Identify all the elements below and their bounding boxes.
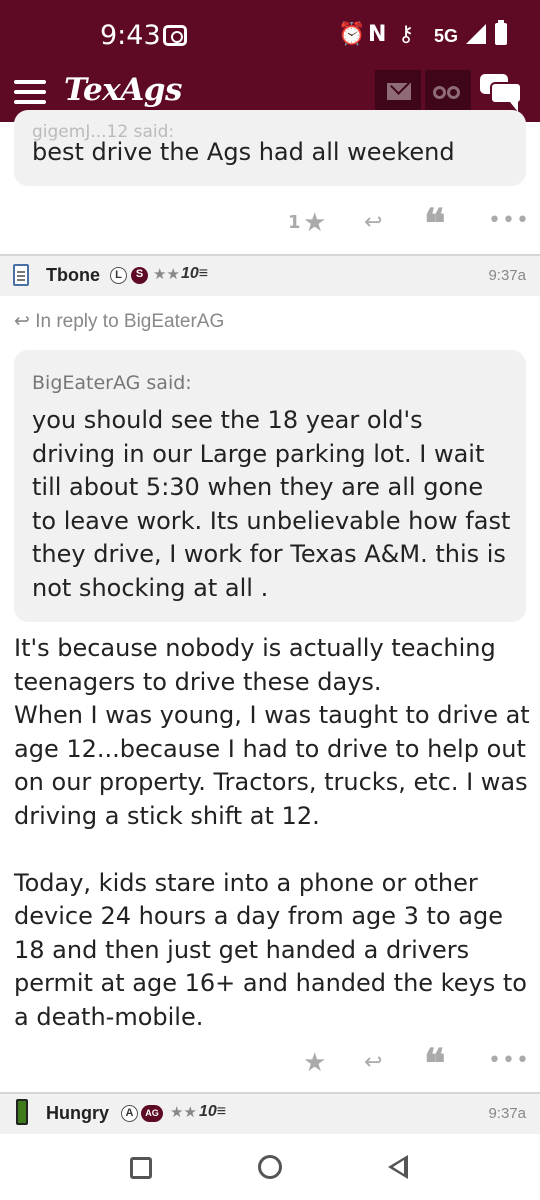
star-icon[interactable]: ★ bbox=[303, 208, 326, 238]
quote-attribution: BigEaterAG said: bbox=[32, 372, 192, 394]
reply-icon: ↩ bbox=[14, 311, 30, 332]
mail-icon bbox=[387, 83, 411, 100]
recent-apps-icon[interactable] bbox=[130, 1157, 152, 1179]
quote-block: gigemJ...12 said: best drive the Ags had… bbox=[14, 110, 526, 186]
signal-icon bbox=[466, 24, 486, 44]
quote-icon[interactable]: ❝ bbox=[424, 1040, 446, 1087]
post-paragraph: Today, kids stare into a phone or other … bbox=[14, 868, 527, 1031]
user-rank: 10≡ bbox=[181, 265, 209, 282]
username[interactable]: Hungry bbox=[46, 1103, 109, 1124]
post-header: Hungry A AG ★★ 10≡ 9:37a bbox=[0, 1094, 540, 1134]
badge-ag: AG bbox=[141, 1105, 163, 1122]
battery-icon bbox=[495, 20, 507, 45]
badge-s: S bbox=[131, 267, 148, 284]
network-type: 5G bbox=[434, 26, 459, 46]
quote-text: you should see the 18 year old's driving… bbox=[32, 406, 511, 602]
username[interactable]: Tbone bbox=[46, 265, 100, 286]
reply-icon[interactable]: ↩ bbox=[364, 1050, 382, 1075]
menu-icon[interactable] bbox=[14, 80, 46, 104]
quote-block: BigEaterAG said: you should see the 18 y… bbox=[14, 350, 526, 622]
more-icon[interactable]: ••• bbox=[488, 208, 530, 233]
binoculars-icon bbox=[433, 84, 463, 100]
badge-l: L bbox=[110, 267, 127, 284]
in-reply-to-link[interactable]: ↩ In reply to BigEaterAG bbox=[14, 310, 224, 333]
post-time: 9:37a bbox=[488, 267, 526, 284]
alarm-icon: ⏰ bbox=[338, 22, 366, 47]
status-time: 9:43 bbox=[100, 20, 161, 51]
phone-icon bbox=[16, 1099, 28, 1125]
post-actions: 1 ★ ↩ ❝ ••• bbox=[0, 200, 540, 247]
like-count: 1 bbox=[288, 212, 301, 233]
post-header: Tbone L S ★★ 10≡ 9:37a bbox=[0, 256, 540, 296]
post-paragraph: When I was young, I was taught to drive … bbox=[14, 701, 530, 830]
chat-icon[interactable] bbox=[480, 74, 524, 112]
nfc-icon: N bbox=[368, 22, 387, 47]
badge-a: A bbox=[121, 1105, 138, 1122]
post-time: 9:37a bbox=[488, 1105, 526, 1122]
quote-icon[interactable]: ❝ bbox=[424, 200, 446, 247]
more-icon[interactable]: ••• bbox=[488, 1048, 530, 1073]
camera-icon bbox=[163, 25, 187, 46]
post-paragraph: It's because nobody is actually teaching… bbox=[14, 634, 496, 696]
post-actions: ★ ↩ ❝ ••• bbox=[0, 1040, 540, 1087]
quote-text: best drive the Ags had all weekend bbox=[32, 138, 455, 166]
user-stars: ★★ bbox=[170, 1104, 197, 1121]
post-body: It's because nobody is actually teaching… bbox=[14, 632, 530, 1034]
watchlist-button[interactable] bbox=[425, 70, 471, 114]
back-icon[interactable] bbox=[388, 1155, 408, 1179]
status-bar: 9:43 ⏰ N ⚷ 5G bbox=[0, 0, 540, 68]
key-icon: ⚷ bbox=[398, 22, 415, 47]
star-icon[interactable]: ★ bbox=[303, 1048, 326, 1078]
messages-button[interactable] bbox=[375, 70, 421, 114]
system-nav-bar bbox=[0, 1136, 540, 1200]
notepad-icon bbox=[13, 264, 29, 286]
home-icon[interactable] bbox=[258, 1155, 282, 1179]
app-header: 9:43 ⏰ N ⚷ 5G TexAgs bbox=[0, 0, 540, 122]
texags-logo[interactable]: TexAgs bbox=[64, 72, 182, 108]
user-rank: 10≡ bbox=[199, 1103, 227, 1120]
reply-to-text: In reply to BigEaterAG bbox=[35, 311, 225, 332]
user-stars: ★★ bbox=[153, 266, 180, 283]
reply-icon[interactable]: ↩ bbox=[364, 210, 382, 235]
